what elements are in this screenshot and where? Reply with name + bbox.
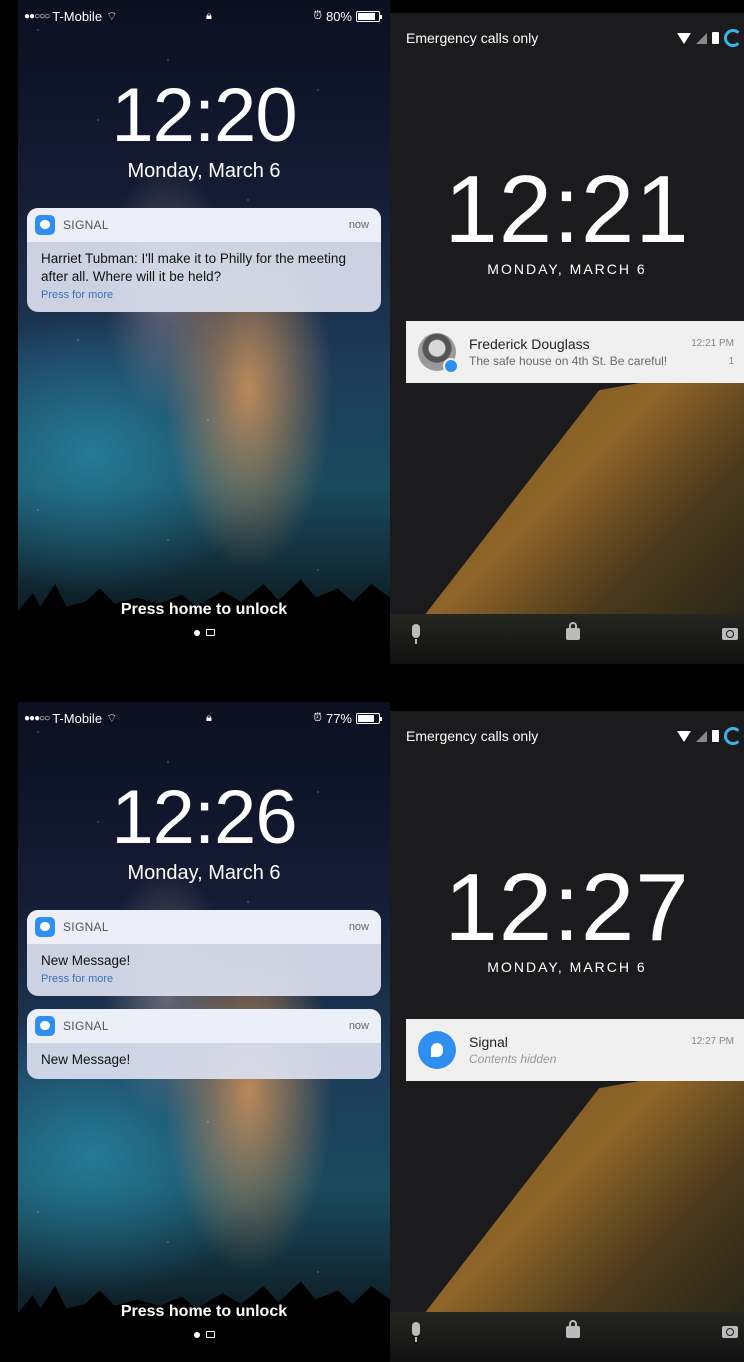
ios-lockscreen-top: ●●○○○ T-Mobile ⌔ 🔒︎ ⏰︎ 80% 12:20 Monday,…	[18, 0, 390, 647]
alarm-icon: ⏰︎	[313, 9, 322, 22]
notification-card[interactable]: Frederick Douglass The safe house on 4th…	[406, 321, 744, 383]
unlock-hint: Press home to unlock	[120, 601, 288, 618]
notification-count: 1	[728, 356, 734, 367]
user-avatar-icon[interactable]	[724, 29, 742, 47]
alarm-icon: ⏰︎	[313, 711, 322, 724]
lock-date: MONDAY, MARCH 6	[487, 959, 647, 975]
wallpaper-mountain	[410, 363, 744, 634]
notification-app-name: SIGNAL	[63, 1019, 109, 1033]
notification-card[interactable]: Signal Contents hidden 12:27 PM	[406, 1019, 744, 1081]
notification-card[interactable]: SIGNAL now New Message! Press for more	[27, 910, 381, 996]
notification-header: SIGNAL now	[27, 208, 381, 242]
page-dot	[193, 1331, 200, 1338]
signal-app-icon	[35, 215, 55, 235]
notification-app-name: SIGNAL	[63, 218, 109, 232]
status-bar: Emergency calls only	[406, 27, 744, 49]
camera-page-icon	[205, 629, 215, 637]
lock-date: MONDAY, MARCH 6	[487, 261, 647, 277]
lock-icon: 🔒︎	[206, 711, 212, 724]
signal-app-icon	[35, 917, 55, 937]
notification-message: Harriet Tubman: I'll make it to Philly f…	[41, 251, 346, 284]
lock-date: Monday, March 6	[127, 160, 281, 182]
user-avatar-icon[interactable]	[724, 727, 742, 745]
lock-icon[interactable]	[566, 622, 580, 640]
lock-clock: 12:27	[444, 854, 690, 961]
signal-app-icon	[418, 1031, 456, 1069]
carrier-label: T-Mobile	[52, 710, 103, 726]
notification-app-name: SIGNAL	[63, 920, 109, 934]
lock-date: Monday, March 6	[127, 862, 281, 884]
microphone-icon[interactable]	[412, 624, 420, 644]
signal-app-icon	[35, 1016, 55, 1036]
notification-message: New Message!	[41, 953, 131, 968]
status-bar: ●●○○○ T-Mobile ⌔ 🔒︎ ⏰︎ 80%	[24, 8, 384, 24]
page-indicator	[18, 1329, 390, 1339]
wallpaper-mountain	[410, 1061, 744, 1332]
carrier-status: Emergency calls only	[406, 30, 539, 46]
camera-icon[interactable]	[722, 628, 738, 640]
android-lockscreen-top: Emergency calls only 12:21 MONDAY, MARCH…	[390, 13, 744, 664]
battery-icon	[356, 10, 382, 22]
cell-signal-icon	[696, 32, 707, 44]
notification-header: SIGNAL now	[27, 910, 381, 944]
notification-card[interactable]: SIGNAL now Harriet Tubman: I'll make it …	[27, 208, 381, 312]
notification-message: New Message!	[41, 1052, 131, 1067]
press-for-more-hint: Press for more	[41, 289, 114, 301]
camera-icon[interactable]	[722, 1326, 738, 1338]
battery-icon	[356, 712, 382, 724]
lock-clock: 12:26	[111, 775, 297, 860]
lock-clock: 12:20	[111, 73, 297, 158]
page-dot	[193, 629, 200, 636]
wifi-icon	[677, 32, 691, 44]
carrier-status: Emergency calls only	[406, 728, 539, 744]
lock-clock: 12:21	[444, 156, 690, 263]
microphone-icon[interactable]	[412, 1322, 420, 1342]
ios-lockscreen-bottom: ●●●○○ T-Mobile ⌔ 🔒︎ ⏰︎ 77% 12:26 Monday,…	[18, 702, 390, 1349]
lock-icon[interactable]	[566, 1320, 580, 1338]
wifi-icon: ⌔	[106, 710, 118, 725]
status-bar: ●●●○○ T-Mobile ⌔ 🔒︎ ⏰︎ 77%	[24, 710, 384, 726]
cell-signal-icon	[696, 730, 707, 742]
battery-icon	[712, 730, 719, 742]
notification-time: now	[348, 219, 369, 231]
carrier-label: T-Mobile	[52, 8, 103, 24]
unlock-hint: Press home to unlock	[120, 1303, 288, 1320]
status-bar: Emergency calls only	[406, 725, 744, 747]
notification-time: 12:21 PM	[691, 338, 734, 349]
notification-time: now	[348, 1020, 369, 1032]
battery-percent: 77%	[325, 710, 352, 726]
camera-page-icon	[205, 1331, 215, 1339]
signal-strength-icon: ●●○○○	[24, 10, 50, 22]
notification-header: SIGNAL now	[27, 1009, 381, 1043]
press-for-more-hint: Press for more	[41, 973, 114, 985]
contact-avatar	[418, 333, 459, 374]
signal-badge-icon	[443, 358, 459, 374]
signal-strength-icon: ●●●○○	[24, 712, 50, 724]
notification-time: 12:27 PM	[691, 1036, 734, 1047]
notification-message: Contents hidden	[469, 1052, 557, 1066]
wifi-icon	[677, 730, 691, 742]
notification-card[interactable]: SIGNAL now New Message!	[27, 1009, 381, 1079]
notification-time: now	[348, 921, 369, 933]
wifi-icon: ⌔	[106, 8, 118, 23]
page-indicator	[18, 627, 390, 637]
lock-icon: 🔒︎	[206, 9, 212, 22]
battery-percent: 80%	[325, 8, 352, 24]
android-lockscreen-bottom: Emergency calls only 12:27 MONDAY, MARCH…	[390, 711, 744, 1362]
battery-icon	[712, 32, 719, 44]
